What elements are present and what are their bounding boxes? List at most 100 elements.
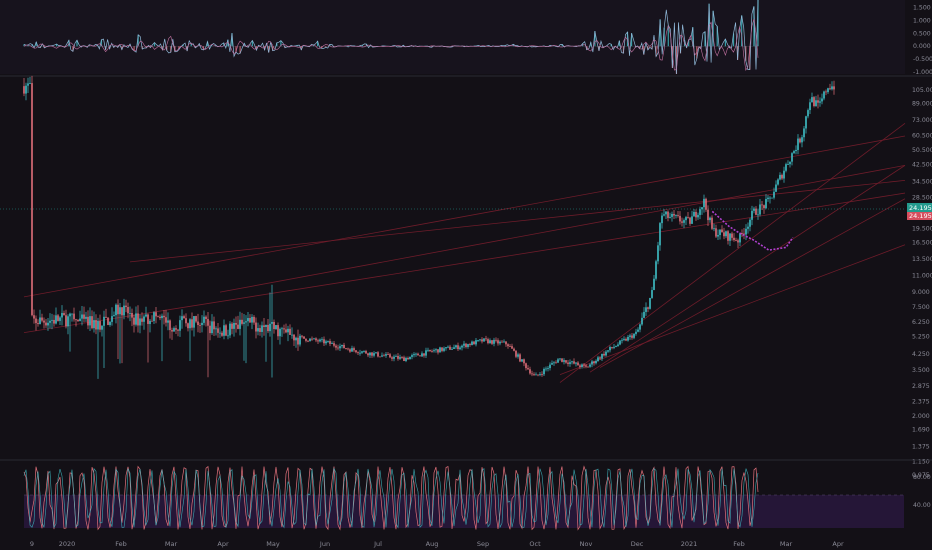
candle-body [113,315,115,317]
candle-body [241,319,243,324]
candle-body [531,373,533,375]
candle-body [799,138,801,143]
candle-body [301,335,303,337]
candle-body [667,211,669,218]
candle-body [823,91,825,99]
candle-body [651,290,653,298]
candle-body [639,324,641,330]
candle-body [123,305,125,316]
candle-body [615,345,617,347]
candle-body [287,328,289,333]
candle-body [475,340,477,345]
candle-body [175,328,177,330]
candle-body [49,320,51,323]
candle-body [561,358,563,362]
candle-body [789,161,791,165]
time-axis-tick-label: Dec [631,540,644,548]
candle-body [213,321,215,330]
candle-body [183,316,185,319]
candle-body [655,261,657,279]
candle-body [423,353,425,356]
candle-body [631,335,633,338]
candle-body [65,315,67,327]
candle-body [551,363,553,365]
candle-body [417,353,419,356]
candle-body [431,350,433,352]
candle-body [339,346,341,349]
candle-body [41,317,43,321]
candle-body [143,316,145,322]
candle-body [429,349,431,351]
price-axis-tick-label: 3.500 [912,367,930,374]
candle-body [751,210,753,220]
candle-body [389,354,391,358]
candle-body [769,197,771,199]
candle-body [193,316,195,328]
candle-body [133,317,135,325]
time-axis-tick-label: Feb [733,540,745,548]
candle-body [163,315,165,318]
candle-body [685,217,687,221]
candle-body [573,361,575,364]
candle-body [303,336,305,339]
candle-body [471,341,473,346]
candle-body [753,208,755,211]
candle-body [357,352,359,354]
candle-body [271,321,273,324]
candle-body [45,322,47,326]
candle-body [185,318,187,324]
candle-body [173,328,175,332]
candle-body [627,336,629,341]
candle-body [247,318,249,322]
candle-body [739,233,741,243]
candle-body [127,307,129,314]
candle-body [571,361,573,363]
candle-body [359,352,361,354]
candle-body [347,348,349,350]
candle-body [257,328,259,332]
candle-body [61,313,63,318]
candle-body [255,322,257,332]
candle-body [553,362,555,364]
candle-body [153,312,155,322]
candle-body [261,325,263,332]
candle-body [231,323,233,329]
price-axis-tick-label: 13.500 [912,256,932,263]
candle-body [37,323,39,325]
candle-body [51,319,53,321]
price-axis-tick-label: 2.375 [912,399,930,406]
candle-body [479,339,481,341]
candle-body [109,321,111,325]
candle-body [313,338,315,340]
candle-body [189,319,191,329]
candle-body [785,164,787,171]
candle-body [385,354,387,356]
candle-body [311,338,313,340]
candle-body [105,316,107,318]
oscillator-pane[interactable]: 1.500 1.000 0.500 0.000 -0.500 -1.000 [0,0,932,76]
candle-body [331,343,333,344]
candle-body [421,353,423,357]
candle-body [195,316,197,322]
candle-body [387,354,389,355]
candle-body [381,355,383,357]
candle-body [487,339,489,344]
stochastic-pane[interactable]: 80.00 40.00 [0,461,931,536]
candle-body [265,324,267,327]
candle-body [341,344,343,347]
candle-body [503,341,505,343]
chart-canvas[interactable]: 1.500 1.000 0.500 0.000 -0.500 -1.000 105.000… [0,0,932,550]
candle-body [355,350,357,353]
candle-body [715,228,717,237]
candle-body [229,323,231,336]
candle-body [443,348,445,351]
candle-body [821,98,823,102]
candle-body [811,97,813,103]
time-axis-tick-label: Apr [217,540,229,548]
candle-body [747,226,749,229]
candle-body [239,319,241,329]
candle-body [647,307,649,309]
candle-body [819,101,821,103]
candle-body [221,332,223,336]
candle-body [601,353,603,359]
